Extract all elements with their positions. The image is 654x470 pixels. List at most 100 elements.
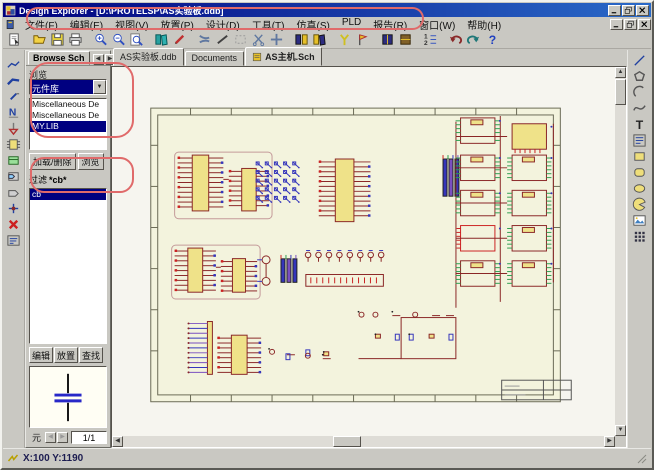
component-list-item[interactable]: cb — [30, 189, 106, 200]
probe-y-icon[interactable] — [335, 32, 353, 48]
d-textframe-icon[interactable] — [631, 132, 649, 148]
prev-part-button[interactable]: ◀ — [45, 432, 56, 443]
renumber-icon[interactable]: 12 — [421, 32, 439, 48]
edit-component-button[interactable]: 编辑 — [29, 347, 53, 363]
text-frame-wiring-icon[interactable] — [5, 232, 23, 248]
menu-编辑E[interactable]: 编辑(E) — [64, 16, 109, 33]
place-component-button[interactable]: 放置 — [54, 347, 78, 363]
panel-tab-left-arrow[interactable]: ◀ — [93, 54, 104, 65]
wire-icon[interactable] — [5, 56, 23, 72]
doc-tab-Documents[interactable]: Documents — [185, 51, 245, 66]
menu-PLD[interactable]: PLD — [336, 16, 367, 33]
sheet-entry-icon[interactable] — [5, 168, 23, 184]
hscroll-thumb[interactable] — [333, 436, 361, 447]
add-remove-library-button[interactable]: 加载/删除 — [29, 153, 76, 170]
junction-icon[interactable] — [5, 200, 23, 216]
schematic-sheet[interactable] — [112, 67, 615, 436]
d-pie-icon[interactable] — [631, 196, 649, 212]
d-line-icon[interactable] — [631, 52, 649, 68]
net-label-icon[interactable]: N — [5, 104, 23, 120]
schematic-canvas[interactable]: ▲ ▼ ◀ ▶ — [111, 66, 627, 448]
zoom-in-icon[interactable] — [91, 32, 109, 48]
vscroll-thumb[interactable] — [615, 79, 626, 105]
sheet-cursor-icon[interactable] — [5, 32, 23, 48]
bus-icon[interactable] — [5, 72, 23, 88]
no-erc-icon[interactable] — [5, 216, 23, 232]
menu-工具T[interactable]: 工具(T) — [246, 16, 291, 33]
cross-move-icon[interactable] — [267, 32, 285, 48]
menu-视图V[interactable]: 视图(V) — [109, 16, 154, 33]
arc-icon[interactable] — [631, 84, 649, 100]
polygon-icon[interactable] — [631, 68, 649, 84]
next-part-button[interactable]: ▶ — [57, 432, 68, 443]
filter-value[interactable]: *cb* — [49, 175, 67, 185]
vertical-scrollbar[interactable]: ▲ ▼ — [615, 67, 626, 436]
book-d-icon[interactable] — [396, 32, 414, 48]
sheet-symbol-icon[interactable] — [5, 152, 23, 168]
zoom-out-icon[interactable] — [109, 32, 127, 48]
rect-dashed-icon[interactable] — [231, 32, 249, 48]
doc-minimize-button[interactable] — [610, 19, 623, 30]
flag-icon[interactable] — [353, 32, 371, 48]
minimize-button[interactable] — [608, 5, 621, 16]
find-component-button[interactable]: 查找 — [79, 347, 103, 363]
menu-设计D[interactable]: 设计(D) — [200, 16, 246, 33]
help-icon[interactable]: ? — [482, 32, 500, 48]
part-button[interactable]: 元 — [29, 431, 44, 444]
doc-restore-button[interactable] — [624, 19, 637, 30]
component-list[interactable]: cb — [29, 188, 107, 344]
d-rect-icon[interactable] — [631, 148, 649, 164]
cutter-icon[interactable] — [195, 32, 213, 48]
tab-browse-sch[interactable]: Browse Sch — [28, 51, 90, 65]
open-icon[interactable] — [30, 32, 48, 48]
scroll-down-button[interactable]: ▼ — [615, 425, 626, 436]
save-icon[interactable] — [48, 32, 66, 48]
browse-library-button[interactable]: 浏览 — [78, 153, 104, 170]
horizontal-scrollbar[interactable]: ◀ ▶ — [112, 436, 615, 447]
print-icon[interactable] — [66, 32, 84, 48]
doc-tab-AS实验板.ddb[interactable]: AS实验板.ddb — [113, 48, 184, 66]
doc-close-button[interactable] — [638, 19, 651, 30]
library-list-item[interactable]: Miscellaneous De — [30, 99, 106, 110]
menu-仿真S[interactable]: 仿真(S) — [290, 16, 335, 33]
books-b-icon[interactable] — [310, 32, 328, 48]
restore-button[interactable] — [622, 5, 635, 16]
d-ellipse-icon[interactable] — [631, 180, 649, 196]
chevron-down-icon[interactable]: ▼ — [93, 80, 106, 94]
d-graphic-icon[interactable] — [631, 212, 649, 228]
scroll-right-button[interactable]: ▶ — [604, 436, 615, 447]
scissors-icon[interactable] — [249, 32, 267, 48]
menu-报告R[interactable]: 报告(R) — [367, 16, 413, 33]
line-tool-icon[interactable] — [213, 32, 231, 48]
scroll-left-button[interactable]: ◀ — [112, 436, 123, 447]
scroll-up-button[interactable]: ▲ — [615, 67, 626, 78]
resize-grip[interactable] — [635, 452, 647, 464]
library-list-item[interactable]: Miscellaneous De — [30, 110, 106, 121]
doc-tab-AS主机.Sch[interactable]: AS主机.Sch — [245, 47, 322, 66]
spline-icon[interactable] — [631, 100, 649, 116]
menu-窗口W[interactable]: 窗口(W) — [413, 16, 461, 33]
bus-entry-icon[interactable] — [5, 88, 23, 104]
redo-icon[interactable] — [464, 32, 482, 48]
library-list[interactable]: Miscellaneous DeMiscellaneous DeMY.LIB — [29, 98, 107, 150]
d-text-icon[interactable]: T — [631, 116, 649, 132]
book-c-icon[interactable] — [378, 32, 396, 48]
part-icon[interactable] — [5, 136, 23, 152]
power-port-icon[interactable] — [5, 120, 23, 136]
document-icon[interactable] — [5, 19, 16, 30]
library-list-item[interactable]: MY.LIB — [30, 121, 106, 132]
menu-放置P[interactable]: 放置(P) — [154, 16, 199, 33]
pencil-red-icon[interactable] — [170, 32, 188, 48]
port-icon[interactable] — [5, 184, 23, 200]
close-button[interactable] — [636, 5, 649, 16]
d-roundrect-icon[interactable] — [631, 164, 649, 180]
menu-帮助H[interactable]: 帮助(H) — [461, 16, 507, 33]
zoom-page-icon[interactable] — [127, 32, 145, 48]
browse-mode-dropdown[interactable]: 元件库 ▼ — [29, 79, 107, 95]
undo-icon[interactable] — [446, 32, 464, 48]
d-array-icon[interactable] — [631, 228, 649, 244]
books-teal-icon[interactable] — [152, 32, 170, 48]
status-icon — [7, 453, 19, 463]
books-a-icon[interactable] — [292, 32, 310, 48]
menu-文件F[interactable]: 文件(F) — [19, 16, 64, 33]
